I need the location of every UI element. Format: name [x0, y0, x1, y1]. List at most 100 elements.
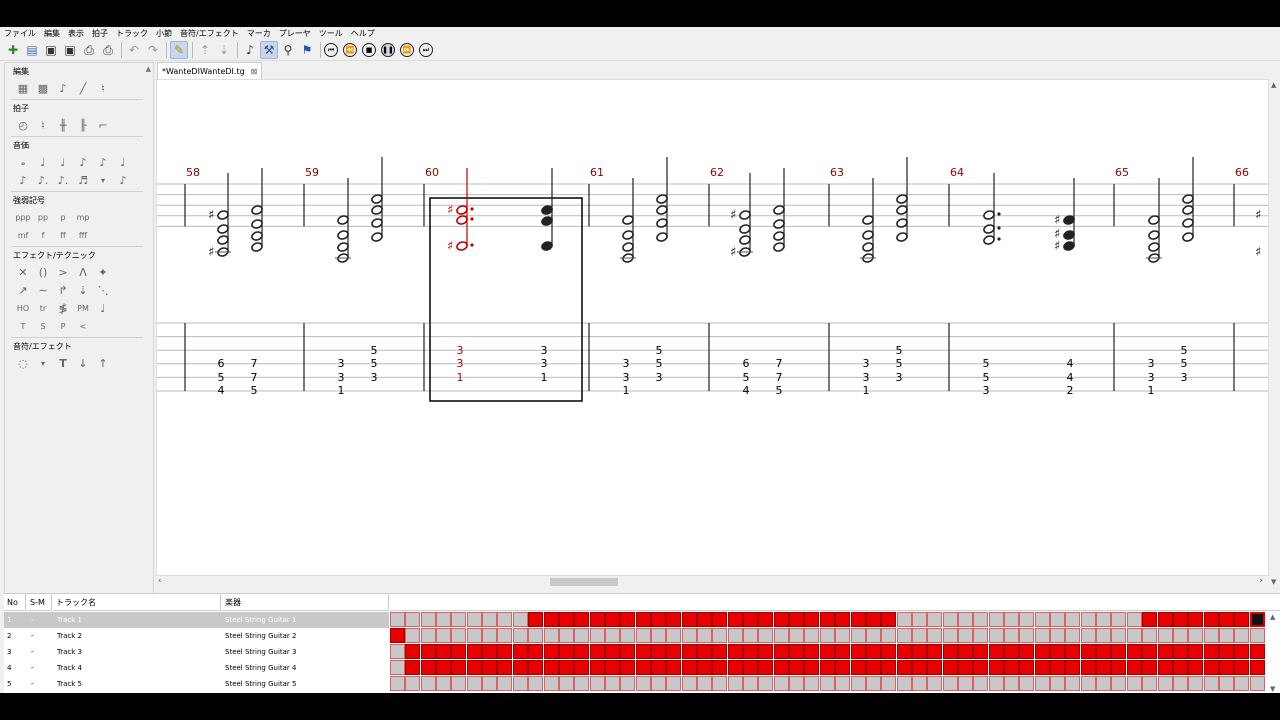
measure-cell[interactable]: [574, 644, 590, 659]
measure-cell[interactable]: [865, 644, 881, 659]
measure-cell[interactable]: [743, 676, 759, 691]
measure-cell[interactable]: [497, 644, 513, 659]
measure-cell[interactable]: [804, 644, 820, 659]
measure-cell[interactable]: [666, 660, 682, 675]
measure-cell[interactable]: [635, 612, 651, 627]
measure-cell[interactable]: [1234, 628, 1250, 643]
measure-cell[interactable]: [1249, 676, 1265, 691]
dynamic-pp-icon[interactable]: pp: [33, 208, 53, 226]
first-icon[interactable]: ⏮: [324, 43, 338, 57]
measure-cell[interactable]: [927, 628, 943, 643]
measure-cell[interactable]: [466, 612, 482, 627]
menu-track[interactable]: トラック: [112, 28, 152, 39]
popping-icon[interactable]: P: [53, 317, 73, 335]
measure-cell[interactable]: [681, 628, 697, 643]
dynamic-ff-icon[interactable]: ff: [53, 226, 73, 244]
menu-view[interactable]: 表示: [64, 28, 88, 39]
measure-cell[interactable]: [927, 644, 943, 659]
measure-cell[interactable]: [1157, 612, 1173, 627]
measure-cell[interactable]: [1050, 644, 1066, 659]
measure-cell[interactable]: [697, 612, 712, 627]
scroll-down-icon[interactable]: ▼: [1271, 578, 1276, 586]
measure-cell[interactable]: [835, 612, 851, 627]
measure-cell[interactable]: [1218, 612, 1234, 627]
measure-cell[interactable]: [727, 676, 743, 691]
document-tab[interactable]: *WanteDIWanteDI.tg ⊠: [157, 62, 263, 79]
eighth-note-icon[interactable]: ♪: [73, 153, 93, 171]
measure-cell[interactable]: [1004, 628, 1019, 643]
measure-cell[interactable]: [1034, 676, 1050, 691]
measure-cell[interactable]: [942, 644, 958, 659]
dynamic-ppp-icon[interactable]: ppp: [13, 208, 33, 226]
measure-cell[interactable]: [865, 660, 881, 675]
tuplet-icon[interactable]: ♬: [73, 171, 93, 189]
menu-composition[interactable]: 拍子: [88, 28, 112, 39]
measure-cell[interactable]: [512, 612, 528, 627]
measure-cell[interactable]: [681, 644, 697, 659]
score-editor[interactable]: 58 59 60 61 62 63 64 65 66 ♯ ♯ ♯ ♯ ♯ ♯ ♯ ♯ ♯ ♯ ♯ 6 5 4 7 7 5 3 3 1 5 5…: [156, 79, 1269, 576]
measure-cell[interactable]: [1065, 660, 1081, 675]
measure-cell[interactable]: [512, 676, 528, 691]
measure-cell[interactable]: [620, 676, 636, 691]
measure-cell[interactable]: [1203, 660, 1219, 675]
measure-cell[interactable]: [1050, 660, 1066, 675]
measure-cell[interactable]: [988, 612, 1004, 627]
measure-cell[interactable]: [835, 644, 851, 659]
measure-cell[interactable]: [942, 628, 958, 643]
measure-cell[interactable]: [1126, 612, 1142, 627]
measure-cell[interactable]: [942, 676, 958, 691]
track-row[interactable]: 3 - Track 3 Steel String Guitar 3: [4, 644, 389, 660]
measure-cell[interactable]: [957, 612, 973, 627]
hammer-on-icon[interactable]: HO: [13, 299, 33, 317]
measure-cell[interactable]: [819, 660, 835, 675]
measure-cell[interactable]: [650, 660, 666, 675]
measure-cell[interactable]: [896, 612, 912, 627]
dynamic-mp-icon[interactable]: mp: [73, 208, 93, 226]
measure-cell[interactable]: [789, 660, 805, 675]
measure-cell[interactable]: [1111, 660, 1127, 675]
scroll-up-icon[interactable]: ▲: [1270, 613, 1275, 621]
measure-cell[interactable]: [650, 644, 666, 659]
staccato-icon[interactable]: ♩: [93, 299, 113, 317]
double-dotted-note-icon[interactable]: ♪.: [53, 171, 73, 189]
dynamic-p-icon[interactable]: p: [53, 208, 73, 226]
measure-cell[interactable]: [604, 644, 620, 659]
dynamic-mf-icon[interactable]: mf: [13, 226, 33, 244]
measure-cell[interactable]: [1218, 628, 1234, 643]
quarter-note-icon[interactable]: ♩: [53, 153, 73, 171]
menu-tools[interactable]: ツール: [315, 28, 347, 39]
menu-player[interactable]: プレーヤ: [275, 28, 315, 39]
column-header-no[interactable]: No: [4, 594, 26, 611]
fade-in-icon[interactable]: <: [73, 317, 93, 335]
measure-cell[interactable]: [574, 660, 590, 675]
measure-cell[interactable]: [589, 612, 605, 627]
measure-cell[interactable]: [911, 660, 927, 675]
measure-cell[interactable]: [666, 612, 682, 627]
measure-cell[interactable]: [1080, 660, 1096, 675]
measure-cell[interactable]: [727, 628, 743, 643]
measure-cell[interactable]: [1065, 628, 1081, 643]
measure-cell[interactable]: [957, 644, 973, 659]
measure-cell[interactable]: [1080, 628, 1096, 643]
measure-cell[interactable]: [482, 612, 498, 627]
measure-cell[interactable]: [1142, 612, 1158, 627]
measure-cell[interactable]: [1126, 628, 1142, 643]
measure-cell[interactable]: [543, 628, 559, 643]
measure-cell[interactable]: [420, 628, 436, 643]
measure-cell[interactable]: [973, 660, 989, 675]
measure-cell[interactable]: [697, 644, 712, 659]
measure-cell[interactable]: [466, 676, 482, 691]
measure-cell[interactable]: [819, 644, 835, 659]
measure-cell[interactable]: [574, 628, 590, 643]
stop-icon[interactable]: ■: [362, 43, 376, 57]
measure-cell[interactable]: [666, 644, 682, 659]
measure-cell[interactable]: [712, 676, 728, 691]
measure-cell[interactable]: [927, 612, 943, 627]
palm-mute-icon[interactable]: PM: [73, 299, 93, 317]
measure-cell[interactable]: [896, 644, 912, 659]
measure-cell[interactable]: [712, 612, 728, 627]
measure-cell[interactable]: [1234, 676, 1250, 691]
measure-cell[interactable]: [1126, 644, 1142, 659]
measure-cell[interactable]: [881, 628, 897, 643]
measure-cell[interactable]: [942, 660, 958, 675]
